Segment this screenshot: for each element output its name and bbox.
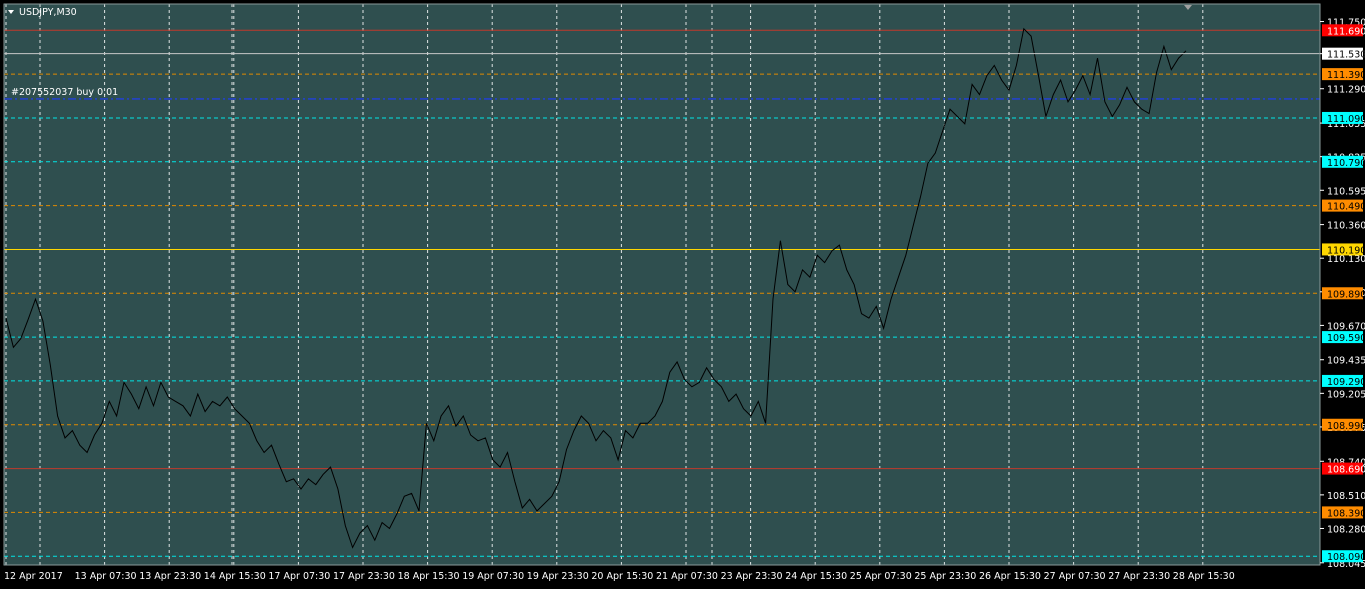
trade-label: #207552037 buy 0.01 [11, 87, 118, 98]
price-tick-label: 109.205 [1327, 389, 1365, 400]
time-axis[interactable]: 12 Apr 2017 13 Apr 07:30 13 Apr 23:30 14 Ap… [4, 571, 1235, 582]
time-tick-label: 19 Apr 23:30 [527, 571, 589, 582]
current-price-label: 111.530 [1327, 50, 1365, 61]
time-tick-label: 14 Apr 15:30 [204, 571, 266, 582]
price-tick-label: 109.670 [1327, 321, 1365, 332]
chart-window[interactable]: #207552037 buy 0.01 111.750111.530111.29… [0, 0, 1365, 585]
time-tick-label: 25 Apr 07:30 [850, 571, 912, 582]
level-badge-label: 110.790 [1327, 158, 1365, 169]
time-tick-label: 17 Apr 07:30 [268, 571, 330, 582]
level-badge-label: 109.590 [1327, 333, 1365, 344]
price-tick-label: 108.280 [1327, 524, 1365, 535]
time-tick-label: 24 Apr 15:30 [785, 571, 847, 582]
price-tick-label: 111.290 [1327, 85, 1365, 96]
level-badge-label: 110.190 [1327, 245, 1365, 256]
price-chart[interactable]: #207552037 buy 0.01 111.750111.530111.29… [0, 0, 1365, 585]
level-badge-label: 109.890 [1327, 289, 1365, 300]
time-tick-label: 17 Apr 23:30 [333, 571, 395, 582]
time-tick-label: 28 Apr 15:30 [1173, 571, 1235, 582]
time-tick-label: 23 Apr 23:30 [721, 571, 783, 582]
time-tick-label: 18 Apr 15:30 [398, 571, 460, 582]
level-badge-label: 108.990 [1327, 421, 1365, 432]
level-badge-label: 110.490 [1327, 202, 1365, 213]
time-tick-label: 21 Apr 07:30 [656, 571, 718, 582]
time-tick-label: 26 Apr 15:30 [979, 571, 1041, 582]
time-tick-label: 13 Apr 23:30 [139, 571, 201, 582]
price-tick-label: 110.595 [1327, 186, 1365, 197]
level-badge-label: 111.690 [1327, 26, 1365, 37]
time-tick-label: 20 Apr 15:30 [591, 571, 653, 582]
level-badge-label: 108.390 [1327, 508, 1365, 519]
plot-area[interactable] [4, 4, 1320, 565]
time-tick-label: 19 Apr 07:30 [462, 571, 524, 582]
time-tick-label: 27 Apr 07:30 [1044, 571, 1106, 582]
price-tick-label: 108.510 [1327, 491, 1365, 502]
level-badge-label: 109.290 [1327, 377, 1365, 388]
level-badge-label: 111.390 [1327, 70, 1365, 81]
time-tick-label: 25 Apr 23:30 [914, 571, 976, 582]
level-badge-label: 108.090 [1327, 552, 1365, 563]
price-tick-label: 110.360 [1327, 221, 1365, 232]
time-tick-label: 12 Apr 2017 [4, 571, 63, 582]
chart-title: USDJPY,M30 [19, 7, 77, 18]
time-tick-label: 13 Apr 07:30 [75, 571, 137, 582]
level-badge-label: 108.690 [1327, 465, 1365, 476]
level-badge-label: 111.090 [1327, 114, 1365, 125]
time-tick-label: 27 Apr 23:30 [1108, 571, 1170, 582]
price-tick-label: 109.435 [1327, 356, 1365, 367]
